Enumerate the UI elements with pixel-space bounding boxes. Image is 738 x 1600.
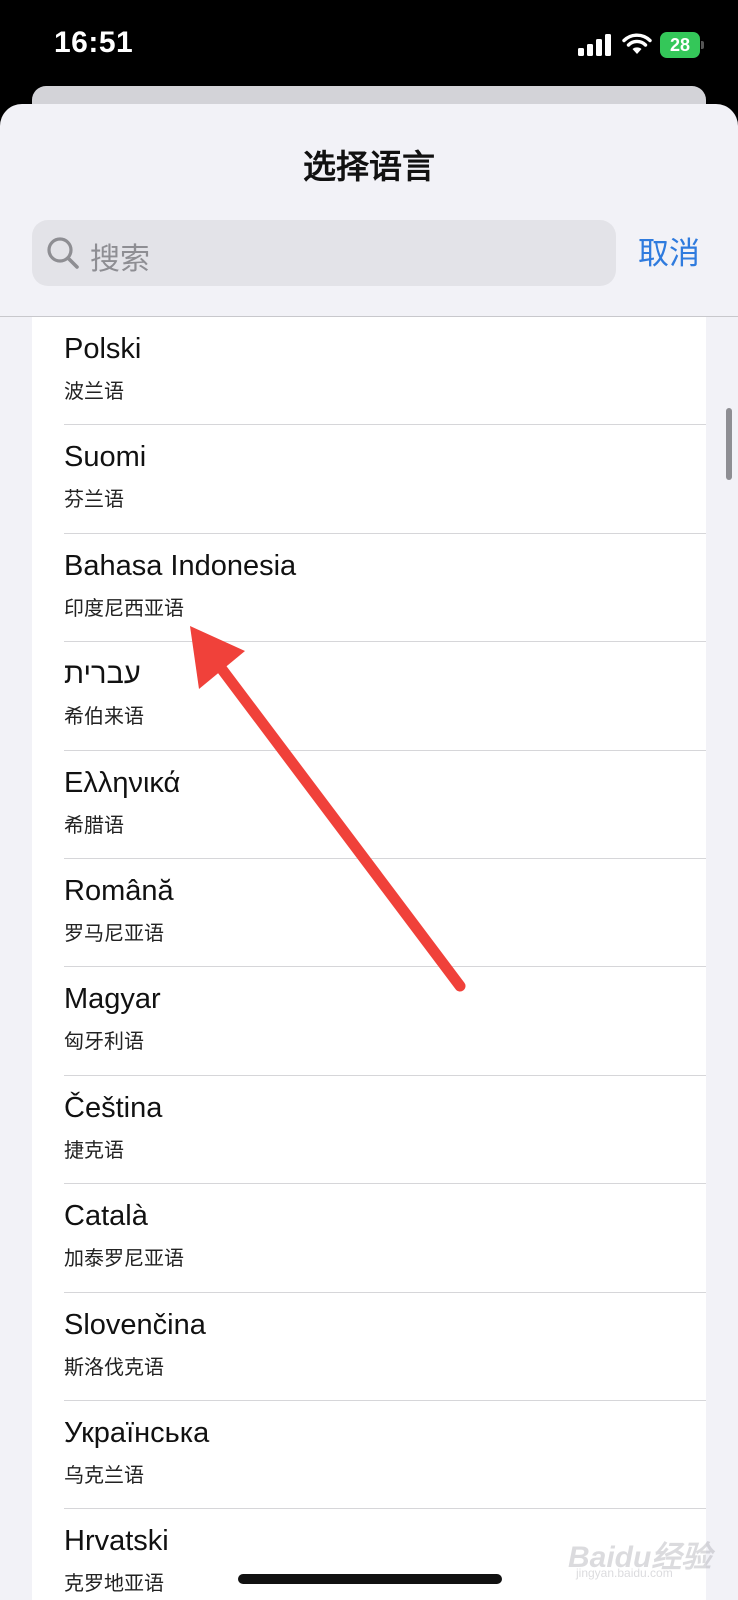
language-name: Magyar <box>64 983 161 1016</box>
language-translation: 克罗地亚语 <box>64 1573 164 1596</box>
cancel-button[interactable]: 取消 <box>638 228 700 273</box>
battery-icon: 28 <box>660 32 704 58</box>
wifi-icon <box>622 33 652 54</box>
watermark-url: jingyan.baidu.com <box>576 1566 673 1580</box>
language-name: Ελληνικά <box>64 766 181 799</box>
list-item[interactable]: Bahasa Indonesia 印度尼西亚语 <box>32 534 706 643</box>
language-name: Čeština <box>64 1091 163 1124</box>
language-translation: 罗马尼亚语 <box>64 922 164 945</box>
language-list[interactable]: Polski 波兰语 Suomi 芬兰语 Bahasa Indonesia 印度尼西亚语 ע… <box>32 317 706 1600</box>
list-item[interactable]: Українська 乌克兰语 <box>32 1401 706 1510</box>
language-name: Bahasa Indonesia <box>64 549 297 582</box>
list-item[interactable]: Magyar 匈牙利语 <box>32 967 706 1077</box>
language-translation: 加泰罗尼亚语 <box>64 1248 184 1271</box>
language-name: Hrvatski <box>64 1525 169 1558</box>
language-name: Polski <box>64 333 142 365</box>
language-name: Català <box>64 1200 148 1233</box>
page-title: 选择语言 <box>303 148 435 185</box>
language-translation: 希伯来语 <box>64 706 144 729</box>
language-name: עברית <box>64 658 141 691</box>
status-time: 16:51 <box>54 26 134 59</box>
list-item[interactable]: Slovenčina 斯洛伐克语 <box>32 1293 706 1402</box>
language-name: Українська <box>64 1416 210 1449</box>
language-translation: 芬兰语 <box>64 489 124 512</box>
list-item[interactable]: Čeština 捷克语 <box>32 1076 706 1185</box>
language-name: Română <box>64 874 174 907</box>
list-item[interactable]: Română 罗马尼亚语 <box>32 859 706 968</box>
list-item[interactable]: Ελληνικά 希腊语 <box>32 751 706 860</box>
search-placeholder: 搜索 <box>90 243 150 276</box>
list-item[interactable]: Suomi 芬兰语 <box>32 425 706 535</box>
status-bar: 16:51 28 <box>0 0 738 90</box>
language-name: Suomi <box>64 441 147 474</box>
language-translation: 斯洛伐克语 <box>64 1356 164 1379</box>
list-item[interactable]: עברית 希伯来语 <box>32 642 706 751</box>
search-icon <box>47 237 79 269</box>
home-indicator[interactable] <box>238 1574 502 1584</box>
watermark-logo: Baidu经验 jingyan.baidu.com <box>568 1524 718 1580</box>
language-translation: 捷克语 <box>64 1139 124 1162</box>
battery-level: 28 <box>660 32 700 58</box>
language-translation: 乌克兰语 <box>64 1464 144 1487</box>
list-item[interactable]: Català 加泰罗尼亚语 <box>32 1184 706 1293</box>
cellular-signal-icon <box>578 34 614 56</box>
language-translation: 印度尼西亚语 <box>64 597 184 620</box>
language-name: Slovenčina <box>64 1308 206 1341</box>
scroll-indicator[interactable] <box>726 408 732 480</box>
language-translation: 希腊语 <box>64 814 124 837</box>
language-translation: 匈牙利语 <box>64 1031 144 1054</box>
list-item[interactable]: Polski 波兰语 <box>32 317 706 426</box>
language-translation: 波兰语 <box>64 381 124 403</box>
language-picker-sheet: 选择语言 搜索 取消 Polski 波兰语 Suomi 芬兰语 Bahasa Indon… <box>0 104 738 1600</box>
search-input[interactable]: 搜索 <box>32 220 616 286</box>
